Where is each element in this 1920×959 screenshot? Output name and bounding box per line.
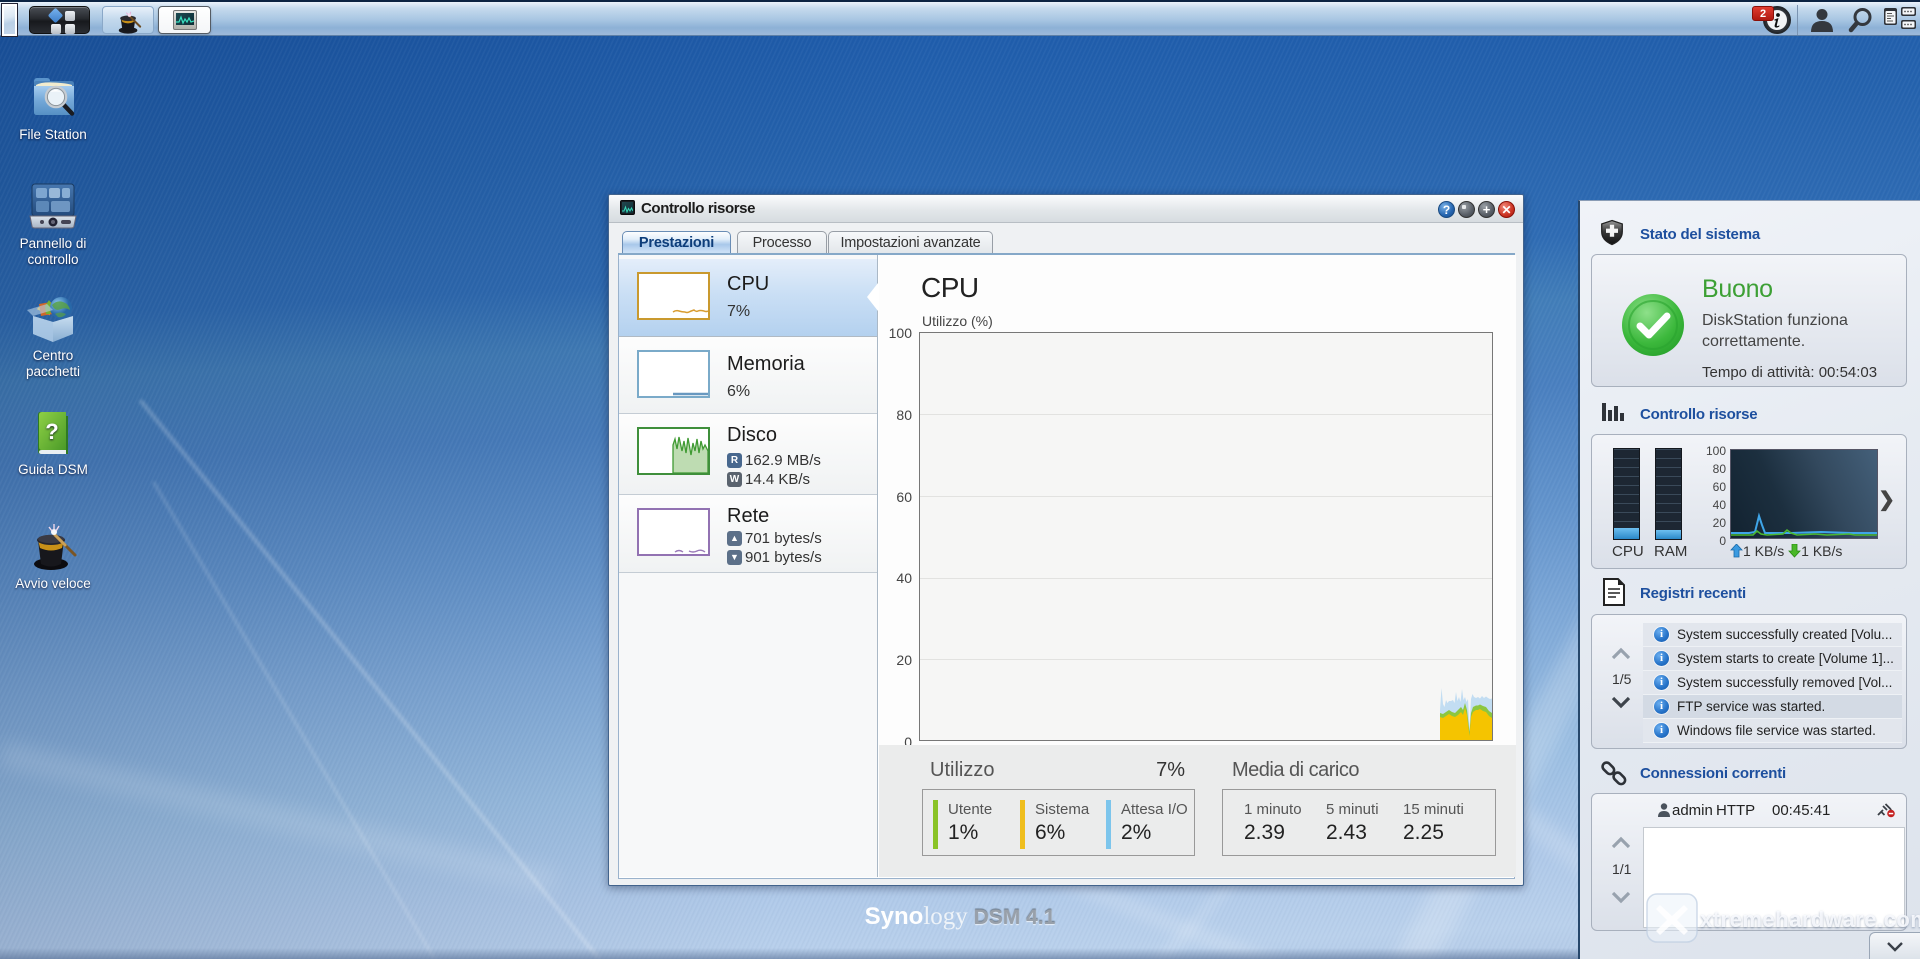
svg-text:?: ? xyxy=(45,419,58,444)
